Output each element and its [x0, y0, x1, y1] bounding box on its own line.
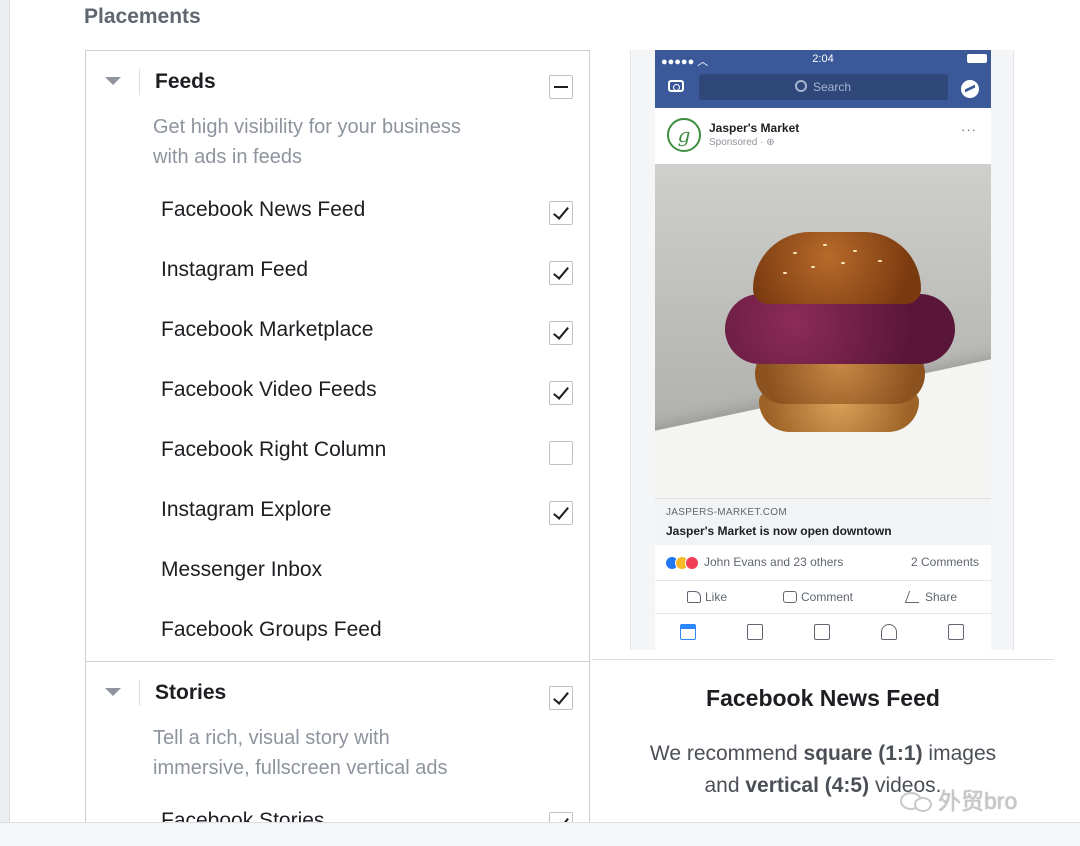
thumbs-up-icon — [687, 591, 701, 603]
stories-title: Stories — [155, 681, 227, 704]
link-title: Jasper's Market is now open downtown — [666, 524, 892, 538]
menu-tab-icon — [948, 624, 964, 640]
post-actions: Like Comment Share — [655, 581, 991, 614]
search-input: Search — [699, 74, 948, 100]
watermark-text: 外贸bro — [938, 788, 1018, 814]
left-border — [0, 0, 10, 822]
search-icon — [795, 80, 807, 92]
marketplace-tab-icon — [814, 624, 830, 640]
feeds-group-checkbox[interactable] — [549, 75, 573, 99]
placement-option-label: Facebook Right Column — [161, 438, 387, 461]
status-time: 2:04 — [812, 53, 834, 65]
watch-tab-icon — [747, 624, 763, 640]
feeds-description-line1: Get high visibility for your business — [153, 116, 461, 138]
share-label: Share — [925, 590, 958, 604]
placement-option-checkbox[interactable] — [549, 261, 573, 285]
placement-option-label: Facebook Stories — [161, 809, 325, 822]
placement-option-checkbox[interactable] — [549, 381, 573, 405]
reactions-text: John Evans and 23 others — [704, 555, 844, 569]
placements-heading: Placements — [84, 5, 201, 28]
phone-screen: ●●●●● ︿ 2:04 Search g Jasper's Market Sp… — [655, 50, 991, 650]
feeds-title: Feeds — [155, 70, 216, 93]
ad-image-burger — [655, 164, 991, 498]
stories-description-line2: immersive, fullscreen vertical ads — [153, 757, 448, 779]
comment-label: Comment — [801, 590, 854, 604]
share-action: Share — [904, 590, 958, 604]
love-reaction-icon — [685, 556, 699, 570]
divider — [139, 680, 140, 706]
page-avatar: g — [667, 118, 701, 152]
camera-icon — [668, 80, 684, 92]
battery-icon — [967, 54, 987, 63]
sesame-seed — [811, 266, 815, 268]
placement-option-label: Messenger Inbox — [161, 558, 323, 581]
placements-panel: Feeds Get high visibility for your busin… — [85, 50, 590, 822]
page-name: Jasper's Market — [709, 121, 800, 135]
more-options-icon: ··· — [961, 122, 977, 137]
sesame-seed — [783, 272, 787, 274]
comment-bubble-icon — [783, 591, 797, 603]
share-arrow-icon — [904, 591, 924, 603]
recommend-and: and — [704, 774, 746, 797]
cabbage-shape — [725, 294, 955, 364]
feeds-description-line2: with ads in feeds — [153, 146, 302, 168]
stories-group-checkbox[interactable] — [549, 686, 573, 710]
link-domain: JASPERS-MARKET.COM — [666, 507, 787, 518]
comment-action: Comment — [783, 590, 853, 604]
recommendation-line1: We recommend square (1:1) images — [612, 738, 1034, 770]
like-label: Like — [705, 590, 728, 604]
sesame-seed — [853, 250, 857, 252]
placement-option-checkbox[interactable] — [549, 441, 573, 465]
recommend-vertical: vertical (4:5) — [745, 774, 870, 797]
bun-top-shape — [753, 232, 921, 304]
placement-option-label: Facebook News Feed — [161, 198, 366, 221]
collapse-caret-icon[interactable] — [105, 688, 121, 696]
sponsored-label: Sponsored · ⊕ — [709, 137, 775, 148]
sesame-seed — [823, 244, 827, 246]
sesame-seed — [878, 260, 882, 262]
collapse-caret-icon[interactable] — [105, 77, 121, 85]
ad-preview-phone: ●●●●● ︿ 2:04 Search g Jasper's Market Sp… — [630, 50, 1014, 650]
placement-option-label: Facebook Video Feeds — [161, 378, 377, 401]
placement-option-label: Facebook Groups Feed — [161, 618, 382, 641]
bottom-strip — [0, 822, 1080, 846]
stories-section: Stories Tell a rich, visual story with i… — [86, 661, 589, 822]
placement-option-label: Facebook Marketplace — [161, 318, 374, 341]
recommend-images: images — [922, 742, 997, 765]
status-bar: ●●●●● ︿ 2:04 — [655, 50, 991, 68]
watermark: 外贸bro — [900, 782, 1017, 814]
divider — [139, 69, 140, 95]
link-preview: JASPERS-MARKET.COM Jasper's Market is no… — [655, 498, 991, 545]
phone-tab-bar — [655, 614, 991, 650]
placement-option-checkbox[interactable] — [549, 321, 573, 345]
stories-description: Tell a rich, visual story with immersive… — [153, 723, 533, 783]
sesame-seed — [841, 262, 845, 264]
placement-option-checkbox[interactable] — [549, 812, 573, 822]
placement-option-checkbox[interactable] — [549, 201, 573, 225]
placement-option-label: Instagram Feed — [161, 258, 309, 281]
comments-count: 2 Comments — [910, 555, 979, 569]
wechat-logo-icon — [900, 790, 934, 814]
notifications-bell-icon — [881, 624, 897, 640]
post-header: g Jasper's Market Sponsored · ⊕ ··· — [655, 108, 991, 164]
news-feed-tab-icon — [680, 624, 696, 640]
placement-option-label: Instagram Explore — [161, 498, 332, 521]
preview-divider — [592, 659, 1054, 660]
search-placeholder: Search — [813, 80, 852, 94]
feeds-section: Feeds Get high visibility for your busin… — [86, 51, 589, 661]
facebook-top-bar: Search — [655, 68, 991, 108]
preview-placement-name: Facebook News Feed — [706, 685, 940, 711]
recommend-prefix: We recommend — [649, 742, 804, 765]
like-action: Like — [687, 590, 727, 604]
reactions-row: John Evans and 23 others 2 Comments — [655, 544, 991, 581]
feeds-description: Get high visibility for your business wi… — [153, 112, 533, 172]
placement-option-checkbox[interactable] — [549, 501, 573, 525]
messenger-icon — [961, 80, 979, 98]
stories-description-line1: Tell a rich, visual story with — [153, 727, 390, 749]
recommend-square: square (1:1) — [803, 742, 923, 765]
sesame-seed — [793, 252, 797, 254]
